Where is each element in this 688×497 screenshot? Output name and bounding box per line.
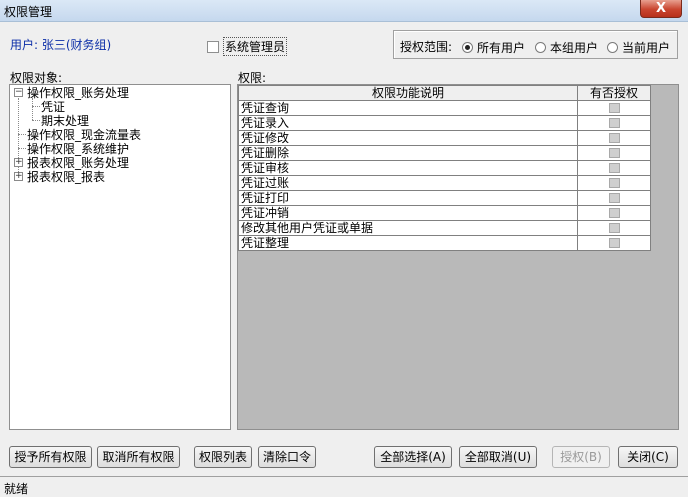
tree-item-voucher[interactable]: 凭证 (41, 100, 65, 114)
radio-label: 当前用户 (622, 41, 671, 55)
permission-granted-cell[interactable] (577, 190, 651, 206)
scope-radio-group-users[interactable]: 本组用户 (535, 39, 598, 56)
permission-granted-cell[interactable] (577, 130, 651, 146)
permission-granted-cell[interactable] (577, 160, 651, 176)
status-text: 就绪 (4, 482, 29, 496)
granted-checkbox[interactable] (608, 163, 620, 173)
permission-granted-cell[interactable] (577, 220, 651, 236)
granted-checkbox[interactable] (608, 118, 620, 128)
permission-function-cell: 凭证审核 (238, 160, 578, 176)
table-row[interactable]: 凭证整理 (238, 235, 651, 251)
table-row[interactable]: 凭证过账 (238, 175, 651, 191)
system-admin-checkbox[interactable]: 系统管理员 (207, 37, 288, 56)
permission-granted-cell[interactable] (577, 175, 651, 191)
column-header-granted[interactable]: 有否授权 (577, 85, 651, 101)
expand-icon[interactable]: + (14, 172, 23, 181)
scope-group: 授权范围: 所有用户 本组用户 当前用户 (393, 30, 678, 59)
grant-all-button[interactable]: 授予所有权限 (9, 446, 92, 468)
tree-connector (18, 134, 26, 135)
status-bar: 就绪 (0, 476, 688, 497)
granted-checkbox[interactable] (608, 193, 620, 203)
permission-function-cell: 凭证过账 (238, 175, 578, 191)
permission-function-cell: 凭证整理 (238, 235, 578, 251)
permission-function-cell: 凭证删除 (238, 145, 578, 161)
close-window-button[interactable]: X (640, 0, 682, 18)
tree-item-ops-sysmaint[interactable]: 操作权限_系统维护 (27, 142, 129, 156)
radio-label: 所有用户 (477, 41, 526, 55)
grant-button[interactable]: 授权(B) (552, 446, 610, 468)
scope-radio-all-users[interactable]: 所有用户 (462, 39, 525, 56)
current-user-label: 用户: 张三(财务组) (10, 38, 112, 52)
table-row[interactable]: 修改其他用户凭证或单据 (238, 220, 651, 236)
permission-granted-cell[interactable] (577, 205, 651, 221)
granted-checkbox[interactable] (608, 178, 620, 188)
table-row[interactable]: 凭证冲销 (238, 205, 651, 221)
granted-checkbox[interactable] (608, 103, 620, 113)
tree-item-ops-accounting[interactable]: 操作权限_账务处理 (27, 86, 129, 100)
permission-object-tree[interactable]: − 操作权限_账务处理 凭证 期末处理 操作权限_现金流量表 操作权限_系统维护… (9, 84, 231, 430)
radio-label: 本组用户 (550, 41, 599, 55)
permission-function-cell: 凭证冲销 (238, 205, 578, 221)
select-all-button[interactable]: 全部选择(A) (374, 446, 452, 468)
window-title: 权限管理 (4, 5, 53, 19)
tree-item-report-reports[interactable]: 报表权限_报表 (27, 170, 105, 184)
permission-function-cell: 凭证录入 (238, 115, 578, 131)
granted-checkbox[interactable] (608, 133, 620, 143)
tree-connector (32, 106, 40, 107)
tree-connector (18, 148, 26, 149)
tree-connector (18, 98, 19, 180)
permission-function-cell: 凭证打印 (238, 190, 578, 206)
tree-item-ops-cashflow[interactable]: 操作权限_现金流量表 (27, 128, 141, 142)
tree-item-report-accounting[interactable]: 报表权限_账务处理 (27, 156, 129, 170)
permission-granted-cell[interactable] (577, 145, 651, 161)
table-row[interactable]: 凭证删除 (238, 145, 651, 161)
tree-connector (32, 120, 40, 121)
table-row[interactable]: 凭证查询 (238, 100, 651, 116)
title-bar: 权限管理 X (0, 0, 688, 22)
table-row[interactable]: 凭证录入 (238, 115, 651, 131)
permission-granted-cell[interactable] (577, 115, 651, 131)
granted-checkbox[interactable] (608, 208, 620, 218)
table-row[interactable]: 凭证修改 (238, 130, 651, 146)
cancel-all-button[interactable]: 全部取消(U) (459, 446, 537, 468)
radio-dot[interactable] (607, 42, 618, 53)
permission-list-button[interactable]: 权限列表 (194, 446, 252, 468)
radio-dot[interactable] (535, 42, 546, 53)
granted-checkbox[interactable] (608, 238, 620, 248)
table-row[interactable]: 凭证审核 (238, 160, 651, 176)
table-row[interactable]: 凭证打印 (238, 190, 651, 206)
scope-radio-current-user[interactable]: 当前用户 (607, 39, 670, 56)
permission-granted-cell[interactable] (577, 100, 651, 116)
expand-icon[interactable]: + (14, 158, 23, 167)
close-button[interactable]: 关闭(C) (618, 446, 678, 468)
system-admin-label: 系统管理员 (223, 37, 288, 56)
scope-label: 授权范围: (400, 40, 453, 54)
granted-checkbox[interactable] (608, 148, 620, 158)
permission-function-cell: 修改其他用户凭证或单据 (238, 220, 578, 236)
dialog-client: 用户: 张三(财务组) 系统管理员 授权范围: 所有用户 本组用户 当前用户 权… (0, 22, 688, 497)
permission-granted-cell[interactable] (577, 235, 651, 251)
permission-table: 权限功能说明 有否授权 凭证查询 凭证录入 凭证修改 凭证删除 凭证审核 凭证过账 凭证打印… (238, 85, 651, 251)
system-admin-checkbox-box[interactable] (207, 40, 219, 53)
permission-table-body: 凭证查询 凭证录入 凭证修改 凭证删除 凭证审核 凭证过账 凭证打印 凭证冲销 修改其他用户凭证… (238, 100, 651, 251)
tree-connector (32, 98, 33, 120)
permission-function-cell: 凭证查询 (238, 100, 578, 116)
radio-dot[interactable] (462, 42, 473, 53)
clear-password-button[interactable]: 清除口令 (258, 446, 316, 468)
column-header-function[interactable]: 权限功能说明 (238, 85, 578, 101)
collapse-icon[interactable]: − (14, 88, 23, 97)
granted-checkbox[interactable] (608, 223, 620, 233)
revoke-all-button[interactable]: 取消所有权限 (97, 446, 180, 468)
tree-item-period-end[interactable]: 期末处理 (41, 114, 89, 128)
permission-function-cell: 凭证修改 (238, 130, 578, 146)
permission-grid[interactable]: 权限功能说明 有否授权 凭证查询 凭证录入 凭证修改 凭证删除 凭证审核 凭证过账 凭证打印… (237, 84, 679, 430)
